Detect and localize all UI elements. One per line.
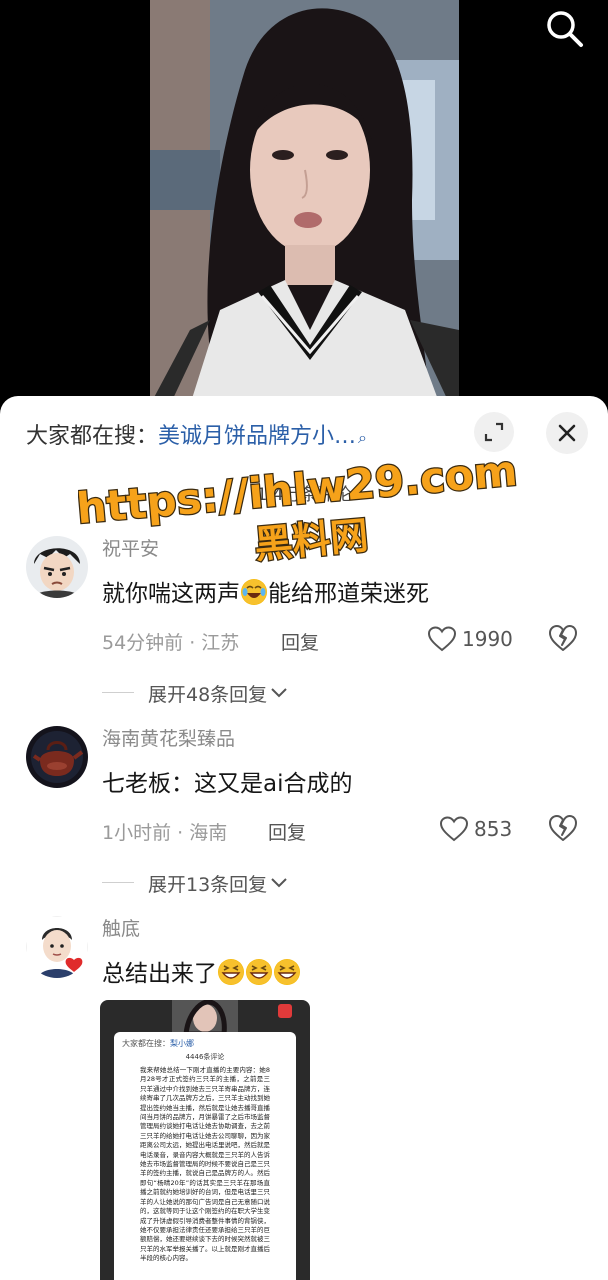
avatar[interactable] bbox=[26, 536, 88, 598]
comment-username[interactable]: 触底 bbox=[102, 914, 140, 941]
grinning-squint-emoji bbox=[246, 959, 272, 985]
comment-text-part: 总结出来了 bbox=[102, 961, 217, 987]
image-comment-panel: 大家都在搜：梨小娜 4446条评论 我来帮她总结一下刚才直播的主要内容：她8月2… bbox=[114, 1032, 296, 1280]
search-icon bbox=[547, 11, 583, 47]
heart-icon bbox=[440, 816, 468, 842]
grinning-squint-emoji bbox=[218, 959, 244, 985]
heart-icon bbox=[428, 626, 456, 652]
watermark-line2: 黑料网 bbox=[253, 513, 370, 567]
image-search-hint: 大家都在搜：梨小娜 bbox=[122, 1038, 194, 1049]
avatar-cartoon-boy bbox=[26, 916, 88, 978]
chevron-down-icon bbox=[271, 688, 287, 698]
comment-time-location: 54分钟前 · 江苏 bbox=[102, 632, 240, 654]
divider bbox=[102, 692, 134, 693]
reply-button[interactable]: 回复 bbox=[268, 818, 306, 845]
expand-replies-button[interactable]: 展开13条回复 bbox=[102, 868, 289, 898]
comment-username[interactable]: 海南黄花梨臻品 bbox=[102, 724, 235, 751]
avatar[interactable] bbox=[26, 726, 88, 788]
like-button[interactable]: 853 bbox=[440, 814, 512, 844]
comment-username[interactable]: 祝平安 bbox=[102, 534, 159, 561]
like-button[interactable]: 1990 bbox=[428, 624, 513, 654]
image-comment-count: 4446条评论 bbox=[185, 1053, 225, 1061]
like-count: 853 bbox=[474, 817, 513, 841]
expand-replies-label: 展开13条回复 bbox=[148, 873, 268, 896]
grinning-squint-emoji bbox=[274, 959, 300, 985]
expand-icon bbox=[484, 422, 504, 442]
search-suggestion-label: 大家都在搜： bbox=[26, 424, 159, 449]
image-search-hint-label: 大家都在搜： bbox=[122, 1039, 170, 1048]
comment-image[interactable]: 大家都在搜：梨小娜 4446条评论 我来帮她总结一下刚才直播的主要内容：她8月2… bbox=[100, 1000, 310, 1280]
broken-heart-icon bbox=[549, 625, 577, 651]
comment-text-part: 能给邢道荣迷死 bbox=[268, 581, 429, 607]
search-button[interactable] bbox=[544, 8, 586, 50]
reply-button[interactable]: 回复 bbox=[281, 628, 319, 655]
video-frame bbox=[150, 0, 459, 405]
broken-heart-icon bbox=[549, 815, 577, 841]
close-icon bbox=[558, 424, 576, 442]
close-button[interactable] bbox=[546, 412, 588, 454]
avatar-wooden-teapot bbox=[26, 726, 88, 788]
video-portrait bbox=[150, 0, 459, 405]
rolling-laughing-emoji bbox=[241, 579, 267, 605]
dislike-button[interactable] bbox=[548, 814, 578, 844]
search-small-icon: ⌕ bbox=[358, 428, 367, 447]
comment-count: 1.4万条评论 bbox=[256, 485, 352, 505]
expand-sheet-button[interactable] bbox=[474, 412, 514, 452]
comment-text: 七老板：这又是ai合成的 bbox=[102, 771, 353, 797]
search-suggestion-keyword[interactable]: 美诚月饼品牌方小… bbox=[158, 424, 356, 449]
comment-sheet: 大家都在搜：美诚月饼品牌方小… ⌕ 1.4万条评论 https://ihlw29.… bbox=[0, 396, 608, 1280]
like-count: 1990 bbox=[462, 627, 513, 651]
image-search-hint-keyword: 梨小娜 bbox=[170, 1039, 194, 1048]
dislike-button[interactable] bbox=[548, 624, 578, 654]
search-suggestion[interactable]: 大家都在搜：美诚月饼品牌方小… ⌕ bbox=[26, 418, 367, 450]
expand-replies-button[interactable]: 展开48条回复 bbox=[102, 678, 289, 708]
video-player[interactable] bbox=[0, 0, 608, 405]
avatar-cartoon-man bbox=[26, 536, 88, 598]
chevron-down-icon bbox=[271, 878, 287, 888]
avatar[interactable] bbox=[26, 916, 88, 978]
expand-replies-label: 展开48条回复 bbox=[148, 683, 268, 706]
comment-text-part: 就你喘这两声 bbox=[102, 581, 240, 607]
image-comment-body: 我来帮她总结一下刚才直播的主要内容：她8月28号才正式签约三只羊的主播，之前是三… bbox=[140, 1066, 270, 1263]
comment-time-location: 1小时前 · 海南 bbox=[102, 822, 228, 844]
comment-text: 就你喘这两声 能给邢道荣迷死 bbox=[102, 574, 429, 608]
divider bbox=[102, 882, 134, 883]
comment-text: 总结出来了 bbox=[102, 954, 301, 988]
